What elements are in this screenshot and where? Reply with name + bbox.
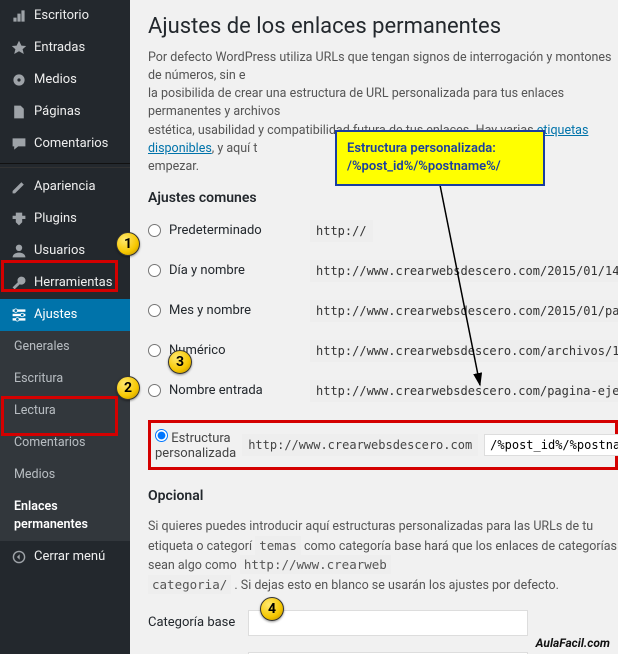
marker-2: 2 bbox=[116, 376, 140, 400]
media-icon bbox=[10, 71, 28, 89]
settings-icon bbox=[10, 306, 28, 324]
radio-dayname[interactable] bbox=[148, 264, 161, 277]
sidebar-item-media[interactable]: Medios bbox=[0, 64, 130, 96]
sidebar-label: Páginas bbox=[34, 103, 81, 121]
sidebar-item-appearance[interactable]: Apariencia bbox=[0, 171, 130, 203]
option-numeric: Numérico http://www.crearwebsdescero.com… bbox=[148, 340, 618, 362]
optional-desc: Si quieres puedes introducir aquí estruc… bbox=[148, 518, 618, 596]
sidebar-label: Cerrar menú bbox=[34, 548, 105, 566]
sidebar-label: Medios bbox=[34, 71, 77, 89]
plugin-icon bbox=[10, 210, 28, 228]
category-base-input[interactable] bbox=[248, 610, 528, 636]
option-postname: Nombre entrada http://www.crearwebsdesce… bbox=[148, 380, 618, 402]
option-monthname: Mes y nombre http://www.crearwebsdescero… bbox=[148, 300, 618, 322]
radio-postname[interactable] bbox=[148, 384, 161, 397]
sidebar-item-comments[interactable]: Comentarios bbox=[0, 128, 130, 160]
admin-sidebar: Escritorio Entradas Medios Páginas Comen… bbox=[0, 0, 130, 654]
url-dayname: http://www.crearwebsdescero.com/2015/01/… bbox=[310, 260, 618, 282]
sidebar-label: Apariencia bbox=[34, 178, 96, 196]
custom-structure-input[interactable] bbox=[484, 434, 618, 456]
option-default: Predeterminado http:// bbox=[148, 220, 618, 242]
sidebar-item-posts[interactable]: Entradas bbox=[0, 32, 130, 64]
sidebar-sub-reading[interactable]: Lectura bbox=[0, 395, 130, 427]
url-monthname: http://www.crearwebsdescero.com/2015/01/… bbox=[310, 300, 618, 322]
radio-numeric[interactable] bbox=[148, 344, 161, 357]
sidebar-label: Comentarios bbox=[34, 135, 108, 153]
sidebar-item-plugins[interactable]: Plugins bbox=[0, 203, 130, 235]
url-postname: http://www.crearwebsdescero.com/pagina-e… bbox=[310, 380, 618, 402]
appearance-icon bbox=[10, 178, 28, 196]
custom-base-url: http://www.crearwebsdescero.com bbox=[242, 434, 478, 456]
sidebar-item-settings[interactable]: Ajustes bbox=[0, 299, 130, 331]
radio-custom[interactable] bbox=[155, 429, 168, 442]
sidebar-item-dashboard[interactable]: Escritorio bbox=[0, 0, 130, 32]
sidebar-label: Escritorio bbox=[34, 7, 89, 25]
radio-default-label[interactable]: Predeterminado bbox=[148, 223, 300, 238]
category-base-label: Categoría base bbox=[148, 615, 248, 630]
sidebar-label: Herramientas bbox=[34, 274, 112, 292]
marker-1: 1 bbox=[116, 232, 140, 256]
radio-monthname-label[interactable]: Mes y nombre bbox=[148, 303, 300, 318]
sidebar-sub-media[interactable]: Medios bbox=[0, 459, 130, 491]
optional-heading: Opcional bbox=[148, 488, 618, 504]
sidebar-sub-writing[interactable]: Escritura bbox=[0, 363, 130, 395]
radio-postname-label[interactable]: Nombre entrada bbox=[148, 383, 300, 398]
sidebar-item-users[interactable]: Usuarios bbox=[0, 235, 130, 267]
user-icon bbox=[10, 242, 28, 260]
common-settings-heading: Ajustes comunes bbox=[148, 190, 618, 206]
url-numeric: http://www.crearwebsdescero.com/archivos… bbox=[310, 340, 618, 362]
radio-dayname-label[interactable]: Día y nombre bbox=[148, 263, 300, 278]
sidebar-sub-discussion[interactable]: Comentarios bbox=[0, 427, 130, 459]
sidebar-label: Plugins bbox=[34, 210, 77, 228]
sidebar-separator bbox=[0, 163, 130, 168]
page-icon bbox=[10, 103, 28, 121]
main-content: Ajustes de los enlaces permanentes Por d… bbox=[130, 0, 618, 654]
radio-default[interactable] bbox=[148, 224, 161, 237]
option-dayname: Día y nombre http://www.crearwebsdescero… bbox=[148, 260, 618, 282]
marker-4: 4 bbox=[260, 597, 284, 621]
tool-icon bbox=[10, 274, 28, 292]
radio-custom-label[interactable]: Estructura personalizada bbox=[155, 429, 236, 461]
pin-icon bbox=[10, 39, 28, 57]
dashboard-icon bbox=[10, 7, 28, 25]
sidebar-collapse[interactable]: Cerrar menú bbox=[0, 541, 130, 573]
callout-box: Estructura personalizada: /%post_id%/%po… bbox=[335, 130, 545, 186]
radio-monthname[interactable] bbox=[148, 304, 161, 317]
sidebar-label: Ajustes bbox=[34, 306, 77, 324]
collapse-icon bbox=[10, 548, 28, 566]
url-default: http:// bbox=[310, 220, 373, 242]
sidebar-sub-permalinks[interactable]: Enlaces permanentes bbox=[0, 491, 130, 541]
sidebar-item-pages[interactable]: Páginas bbox=[0, 96, 130, 128]
sidebar-item-tools[interactable]: Herramientas bbox=[0, 267, 130, 299]
sidebar-sub-general[interactable]: Generales bbox=[0, 331, 130, 363]
marker-3: 3 bbox=[168, 350, 192, 374]
sidebar-label: Entradas bbox=[34, 39, 85, 57]
comment-icon bbox=[10, 135, 28, 153]
watermark: AulaFacil.com bbox=[536, 636, 610, 650]
sidebar-label: Usuarios bbox=[34, 242, 85, 260]
page-title: Ajustes de los enlaces permanentes bbox=[148, 14, 618, 39]
option-custom: Estructura personalizada http://www.crea… bbox=[148, 420, 618, 470]
